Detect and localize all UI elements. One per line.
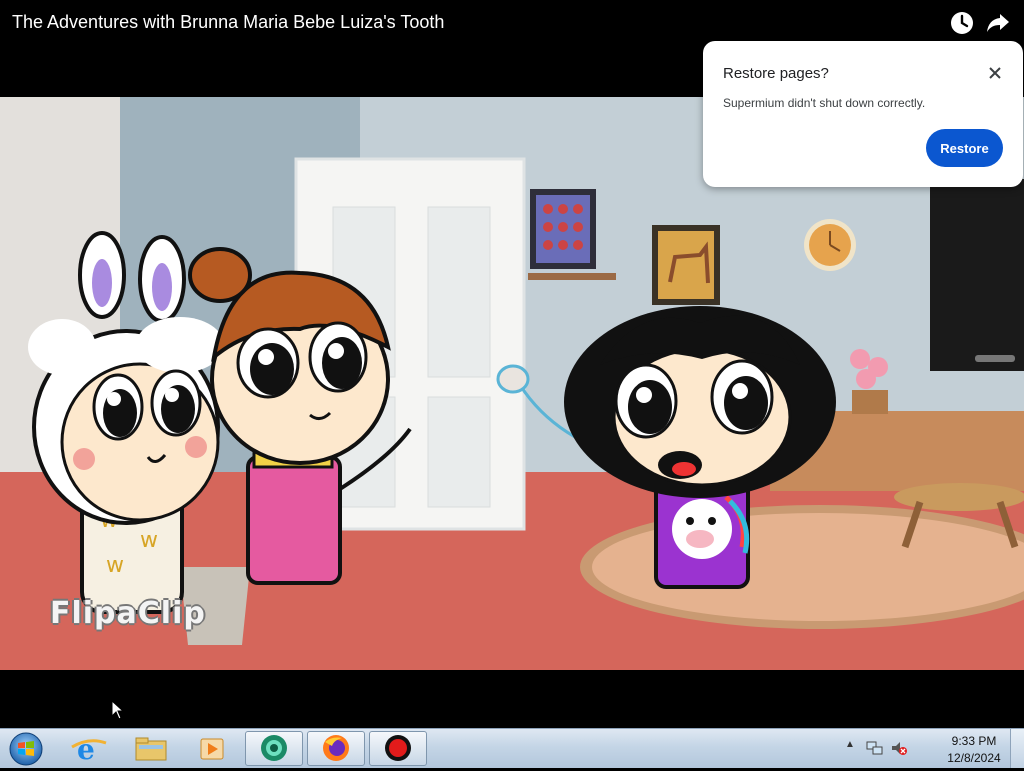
restore-button[interactable]: Restore — [926, 129, 1003, 167]
taskbar-media-player[interactable] — [182, 731, 240, 766]
svg-text:e: e — [77, 733, 95, 766]
share-icon[interactable] — [985, 10, 1011, 36]
flipaclip-watermark: FlipaClip — [50, 596, 206, 631]
clock-date[interactable]: 12/8/2024 — [930, 751, 1018, 765]
dialog-message: Supermium didn't shut down correctly. — [723, 96, 926, 110]
record-icon — [385, 735, 411, 761]
clock-icon[interactable] — [949, 10, 975, 36]
close-icon[interactable] — [985, 63, 1005, 83]
dialog-title: Restore pages? — [723, 65, 829, 82]
windows-start-icon[interactable] — [6, 731, 46, 767]
folder-icon — [135, 737, 167, 761]
ie-icon: e — [71, 733, 107, 766]
mouse-cursor-icon — [111, 700, 125, 720]
media-player-icon — [200, 738, 224, 760]
taskbar-supermium[interactable] — [245, 731, 303, 766]
network-icon[interactable] — [866, 739, 884, 757]
firefox-icon — [323, 735, 349, 761]
restore-pages-dialog: Restore pages? Supermium didn't shut dow… — [703, 41, 1023, 187]
taskbar-recorder[interactable] — [369, 731, 427, 766]
taskbar-firefox[interactable] — [307, 731, 365, 766]
show-hidden-icons-icon[interactable]: ▲ — [845, 739, 855, 750]
taskbar-ie[interactable]: e — [60, 731, 118, 766]
svg-text:w: w — [106, 553, 124, 578]
volume-muted-icon[interactable] — [890, 739, 908, 757]
video-title: The Adventures with Brunna Maria Bebe Lu… — [12, 12, 445, 32]
show-desktop-button[interactable] — [1010, 729, 1024, 768]
taskbar-explorer[interactable] — [121, 731, 179, 766]
supermium-icon — [261, 735, 287, 761]
taskbar: e ▲ 9:33 PM 12/8/2024 — [0, 728, 1024, 768]
clock-time[interactable]: 9:33 PM — [930, 734, 1018, 748]
svg-text:w: w — [140, 528, 158, 553]
